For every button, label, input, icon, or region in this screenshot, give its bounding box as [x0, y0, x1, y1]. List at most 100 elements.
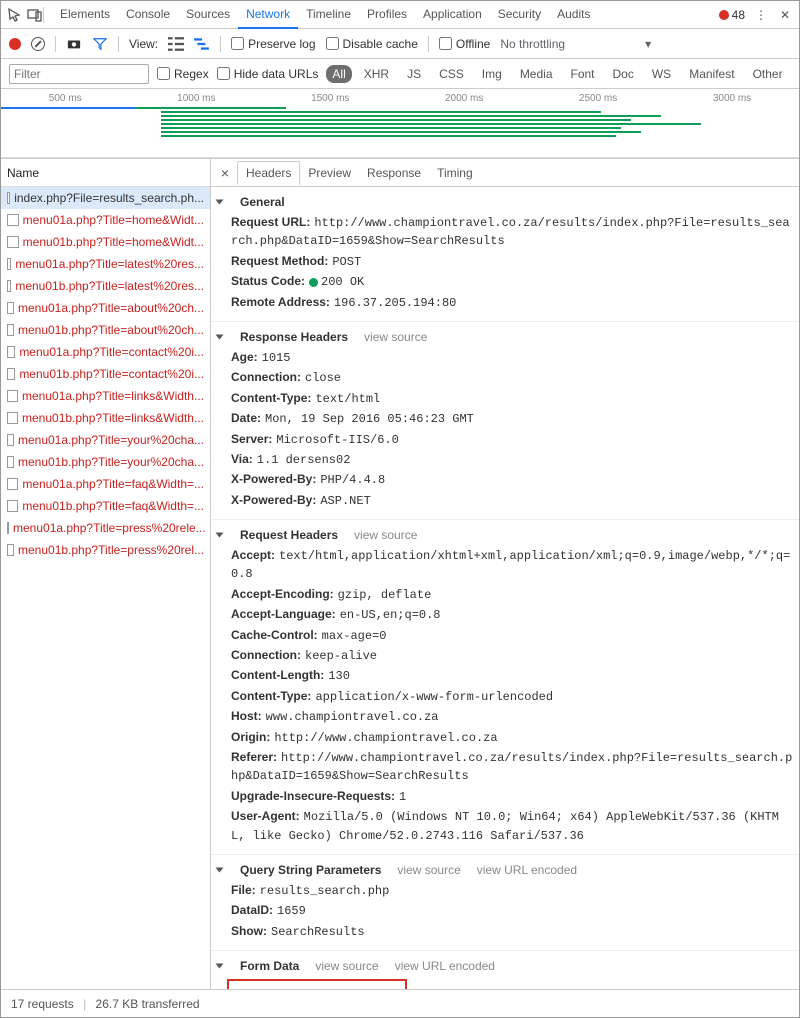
request-row[interactable]: menu01a.php?Title=contact%20i... — [1, 341, 210, 363]
clear-icon[interactable] — [31, 37, 45, 51]
device-toggle-icon[interactable] — [27, 7, 43, 23]
tab-network[interactable]: Network — [238, 1, 298, 29]
view-url-encoded-link[interactable]: view URL encoded — [477, 863, 577, 877]
throttling-select[interactable]: No throttling▾ — [500, 37, 651, 51]
close-devtools-icon[interactable]: ✕ — [777, 7, 793, 23]
inspect-icon[interactable] — [7, 7, 23, 23]
screenshot-icon[interactable] — [66, 36, 82, 52]
filter-type-ws[interactable]: WS — [646, 65, 677, 83]
header-key: Remote Address: — [231, 295, 330, 309]
header-value: keep-alive — [305, 649, 377, 663]
request-row[interactable]: menu01a.php?Title=latest%20res... — [1, 253, 210, 275]
header-row: Date:Mon, 19 Sep 2016 05:46:23 GMT — [217, 409, 793, 429]
filter-type-font[interactable]: Font — [565, 65, 601, 83]
header-row: Request URL:http://www.championtravel.co… — [217, 213, 793, 252]
details-tab-preview[interactable]: Preview — [300, 162, 359, 184]
tab-timeline[interactable]: Timeline — [298, 1, 359, 29]
tab-console[interactable]: Console — [118, 1, 178, 29]
header-key: Content-Type: — [231, 391, 311, 405]
request-row[interactable]: menu01b.php?Title=latest%20res... — [1, 275, 210, 297]
filter-icon[interactable] — [92, 36, 108, 52]
disclosure-icon[interactable] — [216, 533, 224, 538]
disable-cache-checkbox[interactable]: Disable cache — [326, 37, 418, 51]
tick-label: 1000 ms — [177, 93, 215, 104]
filter-input[interactable] — [9, 64, 149, 84]
header-value: 200 OK — [309, 275, 364, 289]
file-icon — [7, 346, 15, 358]
request-row[interactable]: menu01b.php?Title=about%20ch... — [1, 319, 210, 341]
header-row: Upgrade-Insecure-Requests:1 — [217, 787, 793, 807]
view-source-link[interactable]: view source — [364, 330, 427, 344]
header-value: 1659 — [277, 904, 306, 918]
view-source-link[interactable]: view source — [315, 959, 378, 973]
request-label: menu01a.php?Title=links&Width... — [22, 385, 204, 407]
tab-audits[interactable]: Audits — [549, 1, 598, 29]
header-value: 1 — [399, 790, 406, 804]
request-row[interactable]: menu01b.php?Title=faq&Width=... — [1, 495, 210, 517]
disclosure-icon[interactable] — [216, 964, 224, 969]
preserve-log-checkbox[interactable]: Preserve log — [231, 37, 315, 51]
request-label: menu01a.php?Title=contact%20i... — [19, 341, 204, 363]
hide-data-urls-checkbox[interactable]: Hide data URLs — [217, 67, 319, 81]
request-row[interactable]: menu01b.php?Title=your%20cha... — [1, 451, 210, 473]
request-label: menu01b.php?Title=contact%20i... — [19, 363, 204, 385]
request-row[interactable]: index.php?File=results_search.ph... — [1, 187, 210, 209]
filter-type-other[interactable]: Other — [747, 65, 789, 83]
details-tab-timing[interactable]: Timing — [429, 162, 481, 184]
view-source-link[interactable]: view source — [397, 863, 460, 877]
request-row[interactable]: menu01a.php?Title=press%20rele... — [1, 517, 210, 539]
request-row[interactable]: menu01a.php?Title=home&Widt... — [1, 209, 210, 231]
filter-type-all[interactable]: All — [326, 65, 351, 83]
offline-checkbox[interactable]: Offline — [439, 37, 490, 51]
more-icon[interactable]: ⋮ — [753, 7, 769, 23]
header-key: Age: — [231, 350, 258, 364]
header-row: User-Agent:Mozilla/5.0 (Windows NT 10.0;… — [217, 807, 793, 846]
details-tab-response[interactable]: Response — [359, 162, 429, 184]
details-tab-headers[interactable]: Headers — [237, 161, 300, 185]
tab-profiles[interactable]: Profiles — [359, 1, 415, 29]
filter-type-doc[interactable]: Doc — [607, 65, 640, 83]
form-data-highlight: SearchString:SearchField:NameDistance:42… — [227, 979, 407, 989]
request-row[interactable]: menu01b.php?Title=contact%20i... — [1, 363, 210, 385]
header-value: www.championtravel.co.za — [266, 710, 439, 724]
filter-type-js[interactable]: JS — [401, 65, 427, 83]
request-row[interactable]: menu01a.php?Title=your%20cha... — [1, 429, 210, 451]
view-url-encoded-link[interactable]: view URL encoded — [395, 959, 495, 973]
filter-type-media[interactable]: Media — [514, 65, 559, 83]
header-row: Origin:http://www.championtravel.co.za — [217, 728, 793, 748]
request-row[interactable]: menu01a.php?Title=about%20ch... — [1, 297, 210, 319]
request-list: Name index.php?File=results_search.ph...… — [1, 159, 211, 989]
header-row: Remote Address:196.37.205.194:80 — [217, 293, 793, 313]
request-list-header[interactable]: Name — [1, 159, 210, 187]
disclosure-icon[interactable] — [216, 200, 224, 205]
request-label: menu01b.php?Title=about%20ch... — [18, 319, 204, 341]
regex-checkbox[interactable]: Regex — [157, 67, 209, 81]
filter-type-manifest[interactable]: Manifest — [683, 65, 740, 83]
status-bar: 17 requests | 26.7 KB transferred — [1, 989, 799, 1017]
disclosure-icon[interactable] — [216, 867, 224, 872]
filter-type-css[interactable]: CSS — [433, 65, 470, 83]
request-row[interactable]: menu01a.php?Title=faq&Width=... — [1, 473, 210, 495]
file-icon — [7, 456, 14, 468]
close-details-icon[interactable]: × — [215, 165, 235, 181]
tab-sources[interactable]: Sources — [178, 1, 238, 29]
tab-security[interactable]: Security — [490, 1, 549, 29]
record-icon[interactable] — [9, 38, 21, 50]
view-waterfall-icon[interactable] — [194, 36, 210, 52]
request-row[interactable]: menu01b.php?Title=home&Widt... — [1, 231, 210, 253]
error-count[interactable]: 48 — [719, 8, 745, 22]
request-row[interactable]: menu01b.php?Title=press%20rel... — [1, 539, 210, 561]
section-title-response: Response Headers — [240, 330, 348, 344]
status-icon — [309, 278, 318, 287]
overview-timeline[interactable]: 500 ms1000 ms1500 ms2000 ms2500 ms3000 m… — [1, 89, 799, 159]
view-source-link[interactable]: view source — [354, 528, 417, 542]
filter-type-img[interactable]: Img — [476, 65, 508, 83]
header-key: Server: — [231, 432, 272, 446]
tab-elements[interactable]: Elements — [52, 1, 118, 29]
request-row[interactable]: menu01b.php?Title=links&Width... — [1, 407, 210, 429]
request-row[interactable]: menu01a.php?Title=links&Width... — [1, 385, 210, 407]
view-large-icon[interactable] — [168, 36, 184, 52]
filter-type-xhr[interactable]: XHR — [358, 65, 395, 83]
tab-application[interactable]: Application — [415, 1, 490, 29]
disclosure-icon[interactable] — [216, 334, 224, 339]
